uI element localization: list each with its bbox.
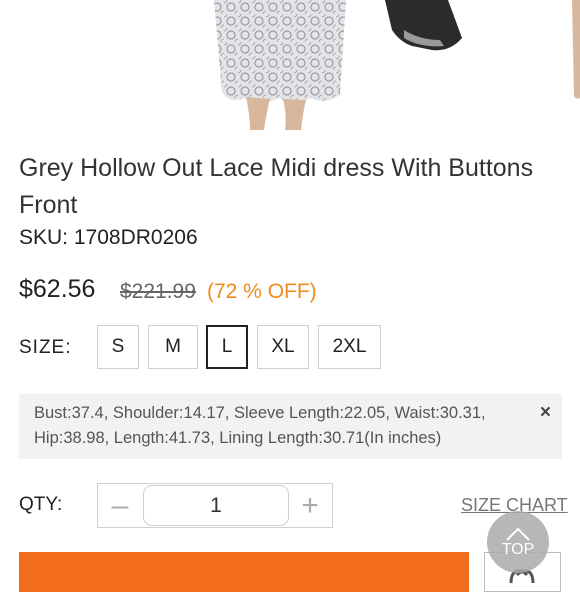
- quantity-stepper: – +: [97, 483, 333, 528]
- product-image[interactable]: [0, 0, 580, 130]
- sku-value: 1708DR0206: [73, 226, 198, 249]
- size-option-m[interactable]: M: [148, 325, 198, 369]
- size-option-2xl[interactable]: 2XL: [318, 325, 381, 369]
- size-label: SIZE:: [19, 337, 72, 358]
- close-icon[interactable]: ×: [540, 400, 551, 425]
- back-to-top-button[interactable]: TOP: [487, 511, 549, 573]
- qty-label: QTY:: [19, 494, 63, 515]
- sku: SKU: 1708DR0206: [19, 226, 198, 250]
- original-price: $221.99: [120, 280, 196, 303]
- plus-icon[interactable]: +: [288, 484, 332, 527]
- add-to-cart-button[interactable]: [19, 552, 469, 592]
- size-option-xl[interactable]: XL: [257, 325, 309, 369]
- product-title: Grey Hollow Out Lace Midi dress With But…: [19, 154, 534, 219]
- size-option-s[interactable]: S: [97, 325, 139, 369]
- discount-percent: (72 % OFF): [207, 280, 317, 303]
- minus-icon[interactable]: –: [98, 484, 142, 527]
- quantity-input[interactable]: [143, 485, 289, 526]
- back-to-top-label: TOP: [501, 540, 535, 558]
- chevron-up-icon: [506, 527, 530, 541]
- size-info-panel: Bust:37.4, Shoulder:14.17, Sleeve Length…: [19, 394, 562, 459]
- sku-label: SKU:: [19, 226, 69, 249]
- current-price: $62.56: [19, 275, 96, 303]
- size-option-l[interactable]: L: [206, 325, 248, 369]
- product-photo-illustration: [214, 0, 580, 130]
- size-measurements: Bust:37.4, Shoulder:14.17, Sleeve Length…: [34, 404, 486, 447]
